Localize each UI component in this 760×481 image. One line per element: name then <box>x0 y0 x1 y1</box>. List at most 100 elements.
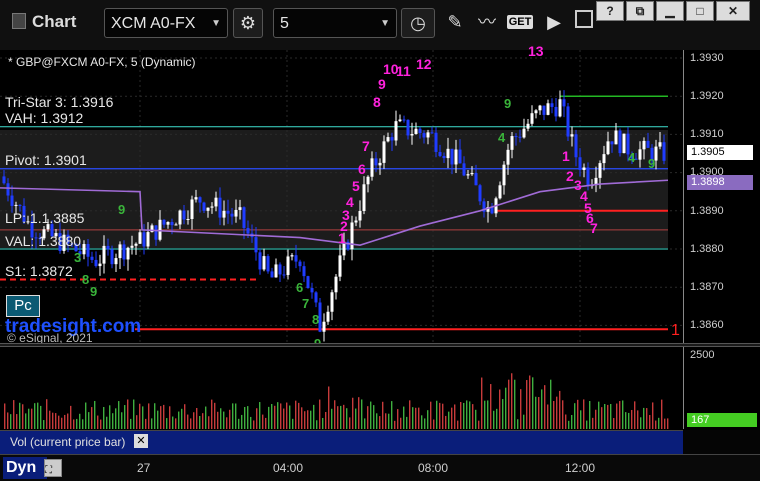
candle-body <box>338 255 342 277</box>
candle-body <box>358 210 362 221</box>
interval-combo[interactable]: 5 ▼ <box>273 8 397 38</box>
count-label: 4 <box>346 194 354 210</box>
count-label: 9 <box>118 202 126 217</box>
volume-bar <box>64 414 66 429</box>
count-label: 9 <box>378 76 386 92</box>
link-button[interactable] <box>569 8 599 38</box>
draw-button[interactable]: ✎ <box>440 8 470 38</box>
play-button[interactable]: ▶ <box>539 8 569 38</box>
volume-bar <box>49 410 51 429</box>
volume-panel[interactable] <box>0 347 683 429</box>
volume-bar <box>190 418 192 429</box>
volume-bar <box>46 399 48 429</box>
volume-bar <box>148 403 150 429</box>
count-label: 8 <box>312 312 320 327</box>
candle-body <box>226 210 230 214</box>
pc-label: Pc <box>14 297 32 314</box>
volume-bar <box>181 408 183 429</box>
candle-body <box>198 197 202 203</box>
volume-bar <box>85 402 87 429</box>
close-button[interactable]: ✕ <box>716 1 750 21</box>
volume-bar <box>298 402 300 429</box>
candle-body <box>134 243 138 246</box>
volume-bar <box>508 379 510 429</box>
volume-bar <box>538 397 540 429</box>
close-study-button[interactable]: ✕ <box>134 434 148 448</box>
volume-bar <box>637 410 639 429</box>
volume-bar <box>223 411 225 429</box>
volume-bar <box>406 416 408 429</box>
candle-body <box>238 207 242 210</box>
scroll-lock-button[interactable]: ⛶ <box>44 459 62 477</box>
volume-bar <box>154 403 156 429</box>
volume-bar <box>88 412 90 429</box>
candle-body <box>466 174 470 176</box>
dyn-button[interactable]: Dyn <box>3 457 47 479</box>
volume-bar <box>34 403 36 429</box>
candle-body <box>270 271 274 278</box>
volume-bar <box>658 417 660 429</box>
volume-bar <box>355 408 357 429</box>
symbol-combo[interactable]: XCM A0-FX ▼ <box>104 8 228 38</box>
price-chart-panel[interactable]: * GBP@FXCM A0-FX, 5 (Dynamic) Tri-Star 3… <box>0 43 683 351</box>
candle-body <box>86 244 90 257</box>
volume-bar <box>73 419 75 429</box>
candle-body <box>350 222 354 250</box>
price-tick: 1.3910 <box>690 128 724 140</box>
volume-bar <box>160 406 162 429</box>
volume-bar <box>208 416 210 429</box>
volume-bar <box>457 420 459 429</box>
maximize-button[interactable]: □ <box>686 1 714 21</box>
candle-body <box>398 119 402 122</box>
candle-body <box>110 249 114 265</box>
volume-bar <box>334 400 336 429</box>
candle-body <box>450 148 454 165</box>
s1-label: S1: 1.3872 <box>5 263 73 279</box>
volume-bar <box>592 417 594 429</box>
volume-bar <box>535 396 537 429</box>
volume-bar <box>205 406 207 429</box>
candle-body <box>430 132 434 134</box>
candle-body <box>6 183 10 196</box>
volume-bar <box>424 418 426 429</box>
volume-bar <box>238 418 240 429</box>
symbol-value: XCM A0-FX <box>111 15 196 32</box>
help-button[interactable]: ? <box>596 1 624 21</box>
interval-value: 5 <box>280 15 289 32</box>
time-button[interactable]: ◷ <box>401 8 435 38</box>
candle-body <box>14 204 18 206</box>
volume-bar <box>43 420 45 429</box>
window-title-text: Chart <box>32 12 77 31</box>
volume-bar <box>61 417 63 429</box>
count-label: 6 <box>296 280 304 295</box>
candle-body <box>542 105 546 115</box>
volume-bar <box>655 420 657 429</box>
candle-body <box>438 151 442 156</box>
count-label: 9 <box>648 156 656 171</box>
candle-body <box>106 245 110 250</box>
minimize-button[interactable]: ▁ <box>656 1 684 21</box>
price-tick: 1.3930 <box>690 52 724 64</box>
studies-button[interactable]: 〰 <box>472 8 502 38</box>
volume-bar <box>541 389 543 429</box>
candle-body <box>598 163 602 178</box>
restore-button[interactable]: ⧉ <box>626 1 654 21</box>
count-label: 8 <box>82 272 90 287</box>
volume-bar <box>598 401 600 429</box>
settings-button[interactable]: ⚙ <box>233 8 263 38</box>
volume-bar <box>607 404 609 429</box>
volume-bar <box>634 401 636 429</box>
candle-body <box>210 206 214 208</box>
get-button[interactable]: GET <box>505 8 535 38</box>
volume-bar <box>28 408 30 429</box>
price-axis[interactable]: 1.3930 1.3920 1.3910 1.3900 1.3890 1.388… <box>683 50 760 343</box>
volume-bar <box>568 420 570 429</box>
time-axis[interactable]: Dyn ⛶ 27 04:00 08:00 12:00 <box>0 454 760 481</box>
chart-window: Chart XCM A0-FX ▼ ⚙ 5 ▼ ◷ ✎ 〰 GET ▶ ? ⧉ … <box>0 0 760 481</box>
candle-body <box>570 134 574 137</box>
volume-bar <box>184 404 186 429</box>
volume-bar <box>370 401 372 429</box>
candle-body <box>602 154 606 164</box>
volume-bar <box>502 399 504 429</box>
pc-button[interactable]: Pc <box>6 295 40 317</box>
